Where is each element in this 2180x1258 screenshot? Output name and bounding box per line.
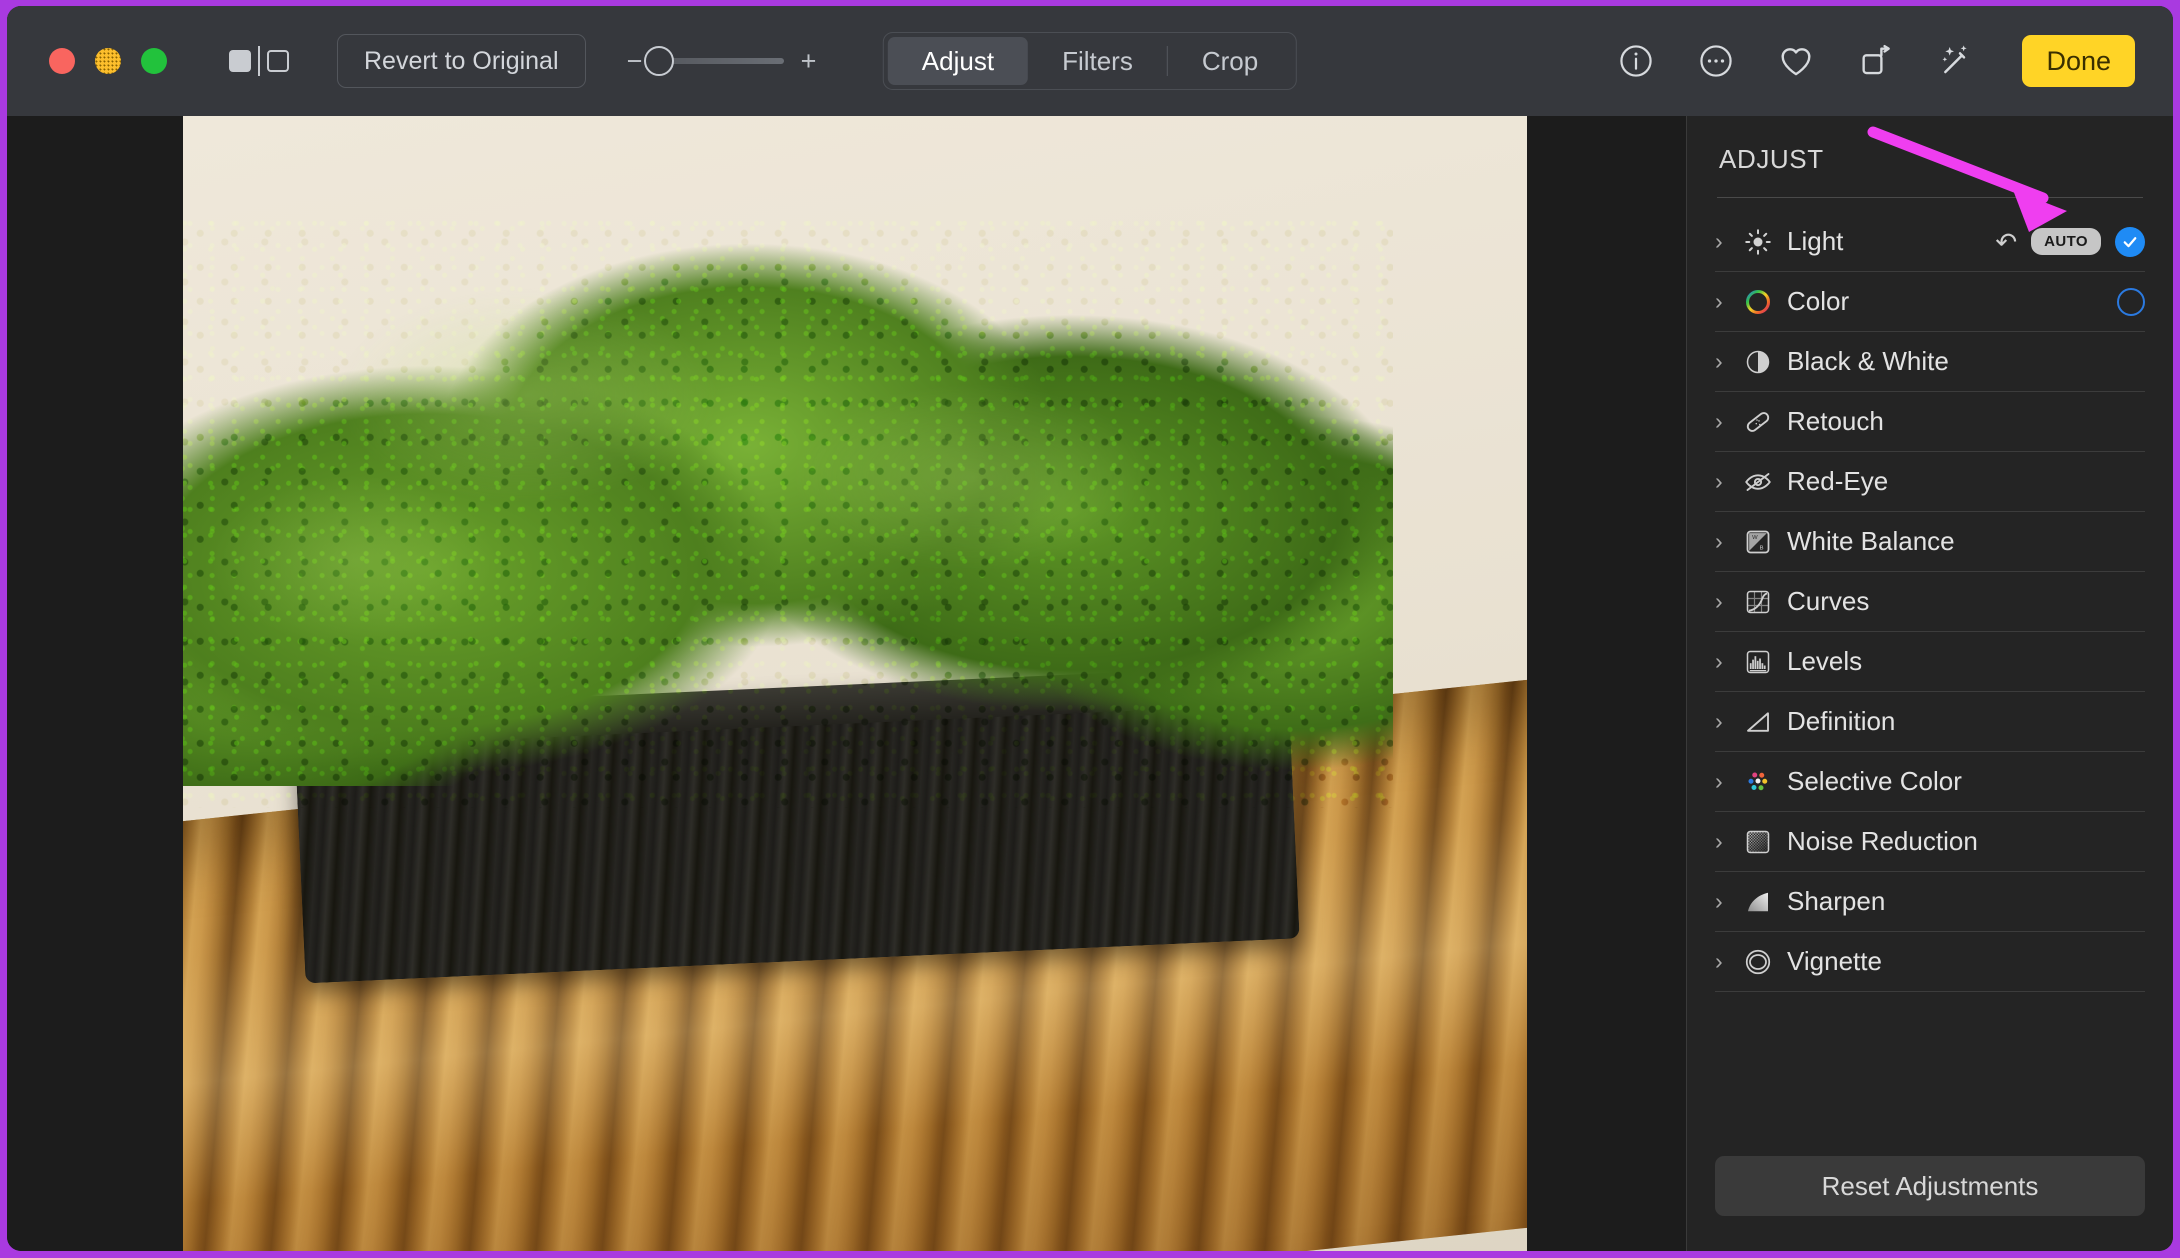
zoom-slider-group[interactable]: − +	[626, 46, 818, 76]
chevron-right-icon[interactable]: ›	[1715, 950, 1737, 973]
sharpen-icon	[1741, 885, 1775, 919]
selective-color-icon	[1741, 765, 1775, 799]
info-icon[interactable]	[1616, 41, 1656, 81]
annotation-border: Revert to Original − + Adjust Filters Cr…	[0, 0, 2180, 1258]
window-titlebar: Revert to Original − + Adjust Filters Cr…	[7, 6, 2173, 116]
adjust-row-white-balance[interactable]: › W B White Balance	[1715, 512, 2145, 572]
zoom-in-icon[interactable]: +	[800, 47, 818, 75]
zoom-slider-track[interactable]	[643, 46, 784, 76]
chevron-right-icon[interactable]: ›	[1715, 830, 1737, 853]
adjust-row-label: Selective Color	[1787, 766, 1962, 796]
light-enabled-checkbox[interactable]	[2115, 226, 2145, 257]
adjust-row-curves[interactable]: › Curves	[1715, 572, 2145, 632]
zoom-out-icon[interactable]: −	[626, 47, 644, 75]
adjust-row-vignette[interactable]: › Vignette	[1715, 932, 2145, 992]
levels-histogram-icon	[1741, 645, 1775, 679]
panel-title: ADJUST	[1719, 144, 1824, 174]
color-wheel-icon	[1741, 285, 1775, 319]
black-and-white-icon	[1741, 345, 1775, 379]
adjust-row-noise-reduction[interactable]: › Noise Reduction	[1715, 812, 2145, 872]
view-mode-divider	[258, 46, 260, 76]
done-button[interactable]: Done	[2022, 35, 2135, 87]
adjust-row-black-and-white[interactable]: › Black & White	[1715, 332, 2145, 392]
titlebar-right-tools: Done	[1616, 35, 2135, 87]
adjust-row-label: Definition	[1787, 706, 1896, 736]
adjust-row-label: White Balance	[1787, 526, 1955, 556]
chevron-right-icon[interactable]: ›	[1715, 770, 1737, 793]
tab-crop[interactable]: Crop	[1168, 37, 1292, 85]
reset-light-icon[interactable]: ↶	[1995, 229, 2017, 255]
chevron-right-icon[interactable]: ›	[1715, 890, 1737, 913]
definition-triangle-icon	[1741, 705, 1775, 739]
chevron-right-icon[interactable]: ›	[1715, 530, 1737, 553]
adjust-row-label: Light	[1787, 226, 1844, 256]
chevron-right-icon[interactable]: ›	[1715, 710, 1737, 733]
adjust-row-light[interactable]: › Light ↶ AUTO	[1715, 212, 2145, 272]
color-enabled-checkbox[interactable]	[2117, 287, 2145, 316]
adjust-row-label: Vignette	[1787, 946, 1882, 976]
compare-view-icon[interactable]	[267, 50, 289, 72]
chevron-right-icon[interactable]: ›	[1715, 590, 1737, 613]
favorite-heart-icon[interactable]	[1776, 41, 1816, 81]
adjust-row-label: Red-Eye	[1787, 466, 1889, 496]
rotate-icon[interactable]	[1856, 41, 1896, 81]
eye-slash-icon	[1741, 465, 1775, 499]
vignette-icon	[1741, 945, 1775, 979]
curves-icon	[1741, 585, 1775, 619]
chevron-right-icon[interactable]: ›	[1715, 470, 1737, 493]
single-view-icon[interactable]	[229, 50, 251, 72]
tab-adjust[interactable]: Adjust	[887, 37, 1029, 85]
photos-editor-window: Revert to Original − + Adjust Filters Cr…	[7, 6, 2173, 1251]
tab-filters[interactable]: Filters	[1028, 37, 1167, 85]
adjust-row-label: Sharpen	[1787, 886, 1886, 916]
photo-moss-highlights	[183, 218, 1393, 809]
adjust-row-label: Retouch	[1787, 406, 1884, 436]
auto-badge[interactable]: AUTO	[2031, 228, 2101, 255]
edited-photo[interactable]	[183, 116, 1527, 1251]
revert-to-original-button[interactable]: Revert to Original	[337, 34, 586, 88]
chevron-right-icon[interactable]: ›	[1715, 410, 1737, 433]
noise-reduction-icon	[1741, 825, 1775, 859]
svg-text:B: B	[1760, 545, 1764, 551]
adjust-row-label: Levels	[1787, 646, 1863, 676]
adjust-row-label: Curves	[1787, 586, 1870, 616]
panel-title-divider	[1717, 197, 2143, 198]
chevron-right-icon[interactable]: ›	[1715, 230, 1737, 253]
adjust-row-selective-color[interactable]: › Selective Color	[1715, 752, 2145, 812]
adjust-row-red-eye[interactable]: › Red-Eye	[1715, 452, 2145, 512]
adjust-row-color[interactable]: › Color	[1715, 272, 2145, 332]
white-balance-icon: W B	[1741, 525, 1775, 559]
adjust-row-retouch[interactable]: › Retouch	[1715, 392, 2145, 452]
adjust-row-definition[interactable]: › Definition	[1715, 692, 2145, 752]
close-window-button[interactable]	[49, 48, 75, 74]
chevron-right-icon[interactable]: ›	[1715, 650, 1737, 673]
chevron-right-icon[interactable]: ›	[1715, 290, 1737, 313]
traffic-lights	[49, 48, 167, 74]
photo-canvas[interactable]	[7, 116, 1686, 1251]
editor-mode-tabs: Adjust Filters Crop	[882, 32, 1298, 90]
adjust-row-controls	[2117, 287, 2145, 316]
adjust-sidebar: ADJUST › Light ↶ AUTO › Color › Black & …	[1686, 116, 2173, 1251]
adjust-row-sharpen[interactable]: › Sharpen	[1715, 872, 2145, 932]
adjust-row-label: Color	[1787, 286, 1850, 316]
svg-text:W: W	[1752, 535, 1758, 541]
chevron-right-icon[interactable]: ›	[1715, 350, 1737, 373]
zoom-slider-knob[interactable]	[643, 46, 674, 76]
brightness-sun-icon	[1741, 225, 1775, 259]
adjust-row-label: Noise Reduction	[1787, 826, 1978, 856]
maximize-window-button[interactable]	[141, 48, 167, 74]
adjust-row-controls: ↶ AUTO	[1995, 226, 2145, 257]
more-options-icon[interactable]	[1696, 41, 1736, 81]
bandage-retouch-icon	[1741, 405, 1775, 439]
minimize-window-button[interactable]	[95, 48, 121, 74]
adjust-row-label: Black & White	[1787, 346, 1949, 376]
auto-enhance-icon[interactable]	[1936, 41, 1976, 81]
reset-adjustments-button[interactable]: Reset Adjustments	[1715, 1156, 2145, 1216]
view-mode-toggle[interactable]	[229, 46, 289, 76]
adjust-row-levels[interactable]: › Levels	[1715, 632, 2145, 692]
